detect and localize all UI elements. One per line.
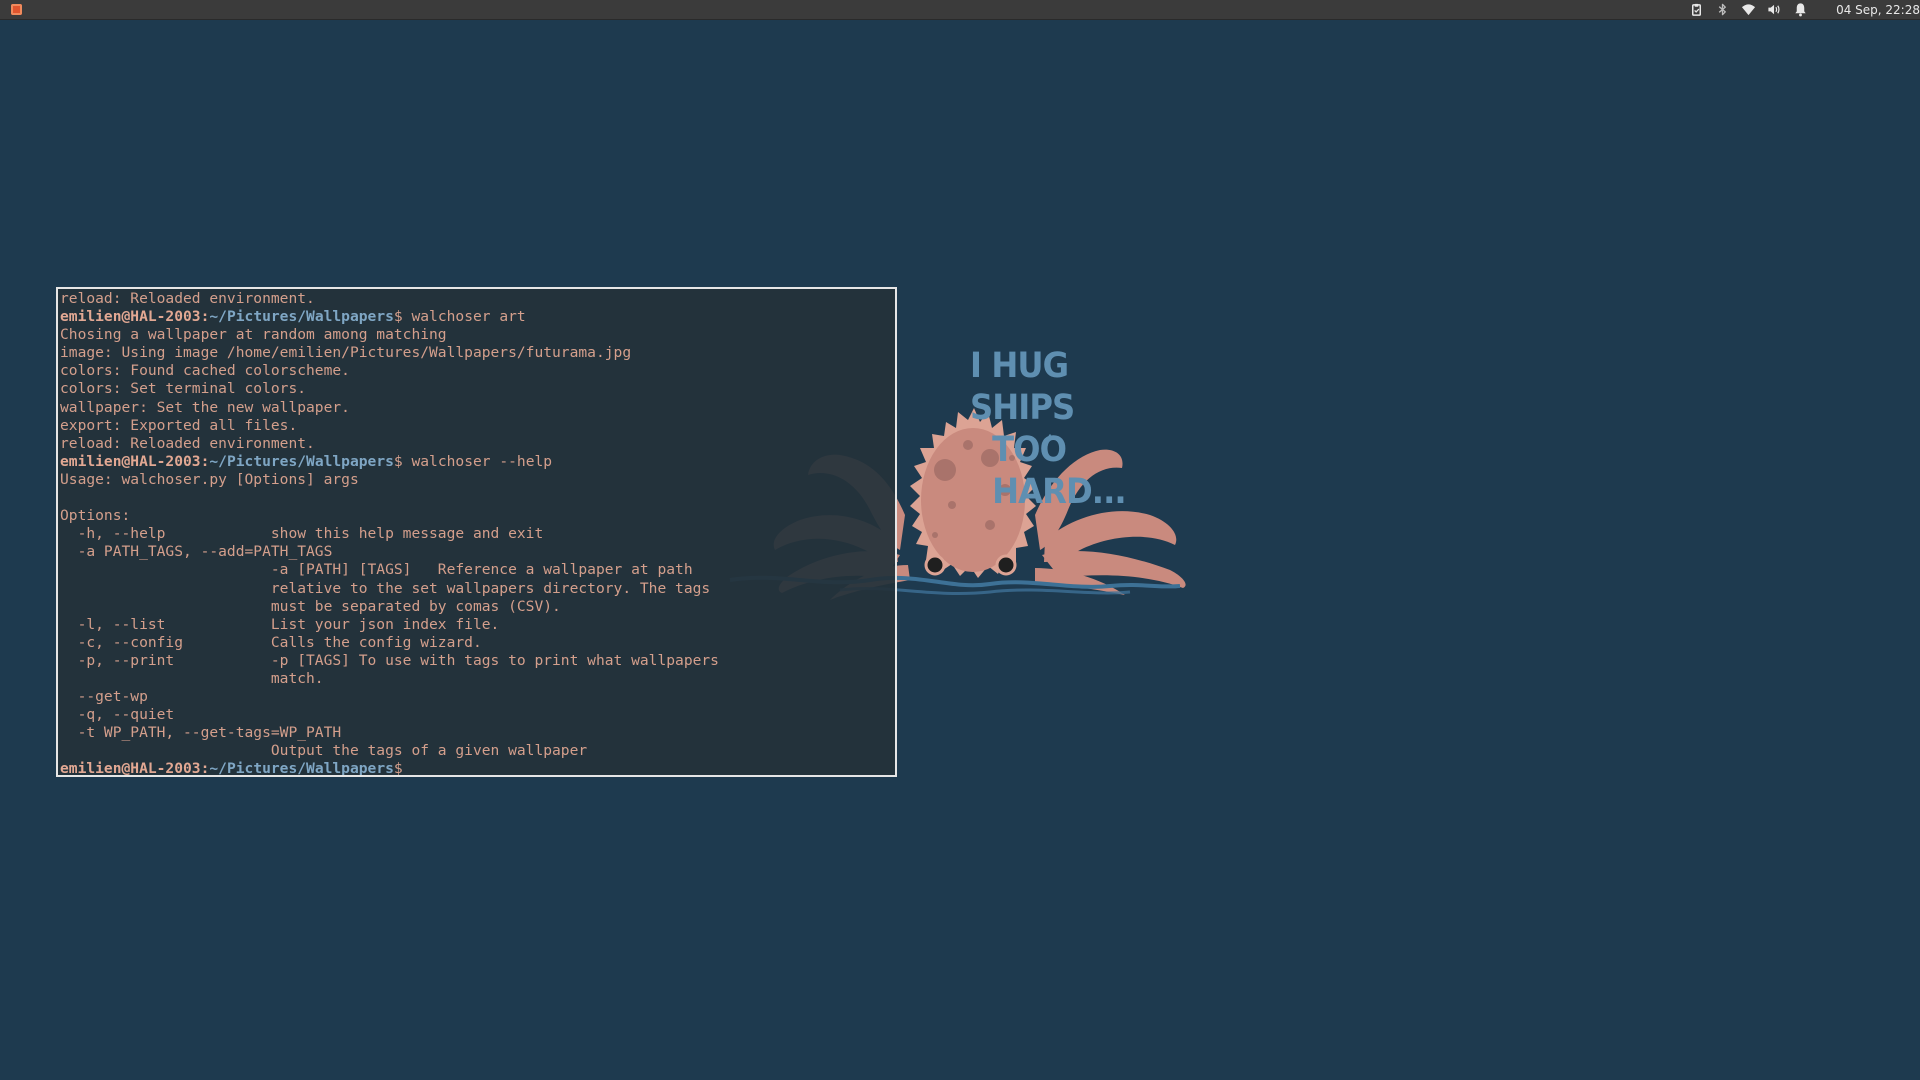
notification-bell-icon[interactable] bbox=[1793, 2, 1808, 17]
terminal-output-line: -t WP_PATH, --get-tags=WP_PATH bbox=[60, 724, 342, 742]
top-panel: 04 Sep, 22:28 bbox=[0, 0, 1920, 20]
terminal-output-line bbox=[60, 489, 895, 507]
prompt-user-host: emilien@HAL-2003 bbox=[60, 308, 201, 326]
prompt-symbol: $ bbox=[393, 308, 403, 326]
terminal-output-line: match. bbox=[60, 669, 324, 687]
prompt-path: ~/Pictures/Wallpapers bbox=[209, 452, 394, 470]
terminal-output[interactable]: reload: Reloaded environment. emilien@HAL… bbox=[58, 289, 895, 777]
terminal-prompt-line: emilien@HAL-2003:~/Pictures/Wallpapers$ … bbox=[60, 453, 895, 471]
prompt-command bbox=[403, 760, 412, 775]
terminal-output-line: -a PATH_TAGS, --add=PATH_TAGS bbox=[60, 543, 333, 561]
app-menu-icon[interactable] bbox=[11, 4, 22, 15]
terminal-output-line: -p, --print -p [TAGS] To use with tags t… bbox=[60, 651, 719, 669]
terminal-output-line: Output the tags of a given wallpaper bbox=[60, 742, 588, 760]
terminal-output-line: colors: Set terminal colors. bbox=[60, 380, 307, 398]
terminal-output-line: image: Using image /home/emilien/Picture… bbox=[60, 344, 632, 362]
prompt-symbol: $ bbox=[393, 452, 403, 470]
terminal-output-line: -l, --list List your json index file. bbox=[60, 615, 500, 633]
prompt-path: ~/Pictures/Wallpapers bbox=[209, 760, 394, 777]
panel-clock[interactable]: 04 Sep, 22:28 bbox=[1836, 3, 1920, 17]
terminal-output-line: -c, --config Calls the config wizard. bbox=[60, 633, 482, 651]
terminal-output-line: -q, --quiet bbox=[60, 706, 175, 724]
terminal-output-line: -h, --help show this help message and ex… bbox=[60, 525, 544, 543]
prompt-symbol: $ bbox=[393, 760, 403, 777]
prompt-user-host: emilien@HAL-2003 bbox=[60, 760, 201, 777]
prompt-command: walchoser art bbox=[402, 308, 526, 326]
terminal-prompt-line: emilien@HAL-2003:~/Pictures/Wallpapers$ … bbox=[60, 760, 895, 777]
terminal-output-line: Options: bbox=[60, 507, 131, 525]
terminal-output-line: colors: Found cached colorscheme. bbox=[60, 362, 350, 380]
clipboard-icon[interactable] bbox=[1689, 2, 1704, 17]
bluetooth-icon[interactable] bbox=[1715, 2, 1730, 17]
terminal-output-line: reload: Reloaded environment. bbox=[60, 290, 315, 307]
terminal-cursor: _ bbox=[411, 760, 421, 777]
wallpaper-caption-line1: I HUG SHIPS bbox=[970, 346, 1075, 428]
terminal-window[interactable]: reload: Reloaded environment. emilien@HAL… bbox=[56, 287, 897, 777]
system-tray bbox=[1689, 2, 1808, 17]
wifi-icon[interactable] bbox=[1741, 2, 1756, 17]
prompt-path: ~/Pictures/Wallpapers bbox=[209, 308, 394, 326]
terminal-output-line: -a [PATH] [TAGS] Reference a wallpaper a… bbox=[60, 561, 693, 579]
terminal-output-line: must be separated by comas (CSV). bbox=[60, 597, 561, 615]
terminal-prompt-line: emilien@HAL-2003:~/Pictures/Wallpapers$ … bbox=[60, 308, 895, 326]
terminal-output-line: Chosing a wallpaper at random among matc… bbox=[60, 326, 447, 344]
terminal-output-line: Usage: walchoser.py [Options] args bbox=[60, 470, 359, 488]
prompt-command: walchoser --help bbox=[402, 452, 553, 470]
terminal-output-line: --get-wp bbox=[60, 688, 148, 706]
prompt-user-host: emilien@HAL-2003 bbox=[60, 452, 201, 470]
wallpaper-caption-line2: TOO HARD... bbox=[992, 430, 1127, 512]
terminal-output-line: relative to the set wallpapers directory… bbox=[60, 579, 711, 597]
wallpaper-caption: I HUG SHIPS TOO HARD... bbox=[970, 345, 1182, 512]
volume-icon[interactable] bbox=[1767, 2, 1782, 17]
terminal-output-line: export: Exported all files. bbox=[60, 416, 298, 434]
terminal-output-line: reload: Reloaded environment. bbox=[60, 434, 315, 452]
terminal-output-line: wallpaper: Set the new wallpaper. bbox=[60, 398, 350, 416]
